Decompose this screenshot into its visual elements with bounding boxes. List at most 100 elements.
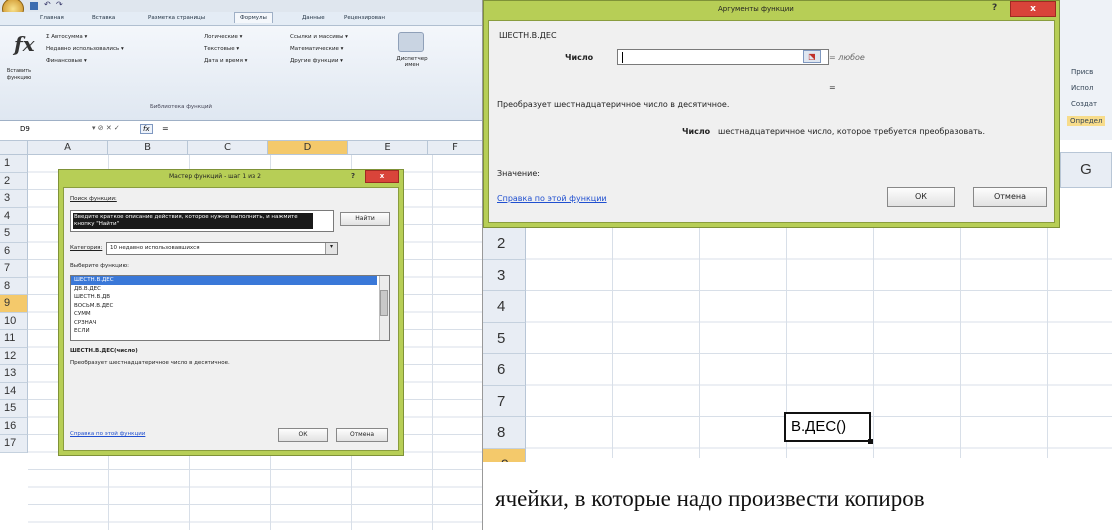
close-button[interactable]: x [1010, 1, 1056, 17]
tab-review[interactable]: Рецензирован [344, 15, 385, 21]
function-list-item[interactable]: СРЗНАЧ [71, 319, 389, 328]
help-link[interactable]: Справка по этой функции [70, 431, 145, 437]
tab-formulas[interactable]: Формулы [234, 12, 273, 23]
datetime-functions-button[interactable]: Дата и время ▾ [204, 58, 247, 64]
column-header-d[interactable]: D [268, 141, 348, 155]
other-functions-button[interactable]: Другие функции ▾ [290, 58, 343, 64]
function-list-item[interactable]: ВОСЬМ.В.ДЕС [71, 302, 389, 311]
help-link[interactable]: Справка по этой функции [497, 194, 607, 203]
column-header-e[interactable]: E [348, 141, 428, 155]
left-screenshot: ↶ ↷ Главная Вставка Разметка страницы Фо… [0, 0, 483, 530]
ribbon-formulas: fx Вставить функцию Σ Автосумма ▾ Недавн… [0, 26, 482, 121]
row-header[interactable]: 7 [0, 260, 28, 278]
search-input[interactable]: Введите краткое описание действия, котор… [70, 210, 334, 232]
row-header[interactable]: 16 [0, 417, 28, 435]
cancel-button[interactable]: Отмена [336, 428, 388, 442]
row-header[interactable]: 3 [0, 190, 28, 208]
tab-page-layout[interactable]: Разметка страницы [148, 15, 205, 21]
row-header[interactable]: 17 [0, 435, 28, 453]
row-header[interactable]: 7 [483, 385, 526, 417]
side-ribbon-item[interactable]: Определ [1067, 116, 1106, 126]
function-list-item-selected[interactable]: ШЕСТН.В.ДЕС [71, 276, 377, 285]
column-header-g[interactable]: G [1060, 152, 1112, 188]
name-box[interactable]: D9 [20, 125, 90, 133]
wizard-body: Поиск функции: Введите краткое описание … [63, 187, 399, 451]
name-manager-icon [398, 32, 424, 52]
help-button[interactable]: ? [992, 3, 997, 13]
scrollbar-thumb[interactable] [380, 290, 388, 316]
row-header[interactable]: 13 [0, 365, 28, 383]
column-header-b[interactable]: B [108, 141, 188, 155]
function-list-item[interactable]: ЕСЛИ [71, 327, 389, 336]
save-icon[interactable] [30, 2, 38, 10]
row-header[interactable]: 8 [0, 277, 28, 295]
math-functions-button[interactable]: Математические ▾ [290, 46, 343, 52]
row-header[interactable]: 11 [0, 330, 28, 348]
logical-functions-button[interactable]: Логические ▾ [204, 34, 242, 40]
collapse-dialog-icon[interactable]: ⬔ [803, 50, 821, 63]
dialog-title: Аргументы функции [718, 5, 794, 13]
tab-home[interactable]: Главная [40, 15, 64, 21]
formula-bar-buttons: ▾ ⊘ ✕ ✓ [92, 124, 120, 132]
active-cell-text: В.ДЕС() [791, 418, 847, 435]
ok-button[interactable]: ОК [887, 187, 955, 207]
side-ribbon-item[interactable]: Присв [1071, 68, 1093, 76]
function-description: Преобразует шестнадцатеричное число в де… [70, 360, 230, 366]
corner-header[interactable] [0, 141, 28, 155]
name-manager-button[interactable]: Диспетчер имен [392, 56, 432, 68]
recent-functions-button[interactable]: Недавно использовались ▾ [46, 46, 124, 52]
row-header[interactable]: 8 [483, 417, 526, 449]
row-header[interactable]: 5 [0, 225, 28, 243]
find-button[interactable]: Найти [340, 212, 390, 226]
ribbon-tabs: Главная Вставка Разметка страницы Формул… [0, 12, 482, 26]
fx-button[interactable]: fx [140, 124, 153, 134]
row-header[interactable]: 15 [0, 400, 28, 418]
fill-handle[interactable] [868, 439, 873, 444]
row-header[interactable]: 3 [483, 259, 526, 291]
chevron-down-icon[interactable]: ▾ [325, 243, 337, 254]
autosum-button[interactable]: Σ Автосумма ▾ [46, 34, 87, 40]
side-ribbon-item[interactable]: Испол [1071, 84, 1093, 92]
financial-functions-button[interactable]: Финансовые ▾ [46, 58, 87, 64]
active-cell[interactable]: В.ДЕС() [784, 412, 873, 444]
row-header[interactable]: 14 [0, 382, 28, 400]
search-label: Поиск функции: [70, 196, 117, 202]
ok-button[interactable]: ОК [278, 428, 328, 442]
redo-icon[interactable]: ↷ [56, 0, 63, 9]
lookup-functions-button[interactable]: Ссылки и массивы ▾ [290, 34, 348, 40]
row-header[interactable]: 4 [483, 291, 526, 323]
function-list-item[interactable]: ШЕСТН.В.ДВ [71, 293, 389, 302]
function-wizard-dialog: Мастер функций - шаг 1 из 2 ? x Поиск фу… [58, 169, 404, 456]
row-header[interactable]: 12 [0, 347, 28, 365]
row-header[interactable]: 1 [0, 155, 28, 173]
category-select[interactable]: 10 недавно использовавшихся ▾ [106, 242, 338, 255]
row-header[interactable]: 2 [483, 228, 526, 260]
column-header-c[interactable]: C [188, 141, 268, 155]
row-header[interactable]: 2 [0, 172, 28, 190]
ribbon-group-label: Библиотека функций [150, 104, 212, 110]
function-list-item[interactable]: СУММ [71, 310, 389, 319]
row-header[interactable]: 9 [0, 295, 28, 313]
tab-insert[interactable]: Вставка [92, 15, 115, 21]
column-header-a[interactable]: A [28, 141, 108, 155]
tab-data[interactable]: Данные [302, 15, 325, 21]
row-header[interactable]: 6 [0, 242, 28, 260]
side-ribbon-item[interactable]: Создат [1071, 100, 1097, 108]
insert-function-button[interactable]: Вставить функцию [2, 68, 36, 82]
close-button[interactable]: x [365, 170, 399, 183]
cancel-button[interactable]: Отмена [973, 187, 1047, 207]
help-button[interactable]: ? [351, 172, 355, 180]
row-header[interactable]: 6 [483, 354, 526, 386]
text-cursor [622, 52, 623, 63]
number-argument-input[interactable] [617, 49, 829, 65]
undo-icon[interactable]: ↶ [44, 0, 51, 9]
column-header-f[interactable]: F [428, 141, 482, 155]
row-header[interactable]: 4 [0, 207, 28, 225]
row-header[interactable]: 5 [483, 322, 526, 354]
row-header[interactable]: 10 [0, 312, 28, 330]
text-functions-button[interactable]: Текстовые ▾ [204, 46, 239, 52]
function-list[interactable]: ШЕСТН.В.ДЕС ДВ.В.ДЕС ШЕСТН.В.ДВ ВОСЬМ.В.… [70, 275, 390, 341]
formula-input[interactable]: = [162, 124, 169, 133]
function-list-item[interactable]: ДВ.В.ДЕС [71, 285, 389, 294]
argument-result: = любое [829, 53, 865, 62]
